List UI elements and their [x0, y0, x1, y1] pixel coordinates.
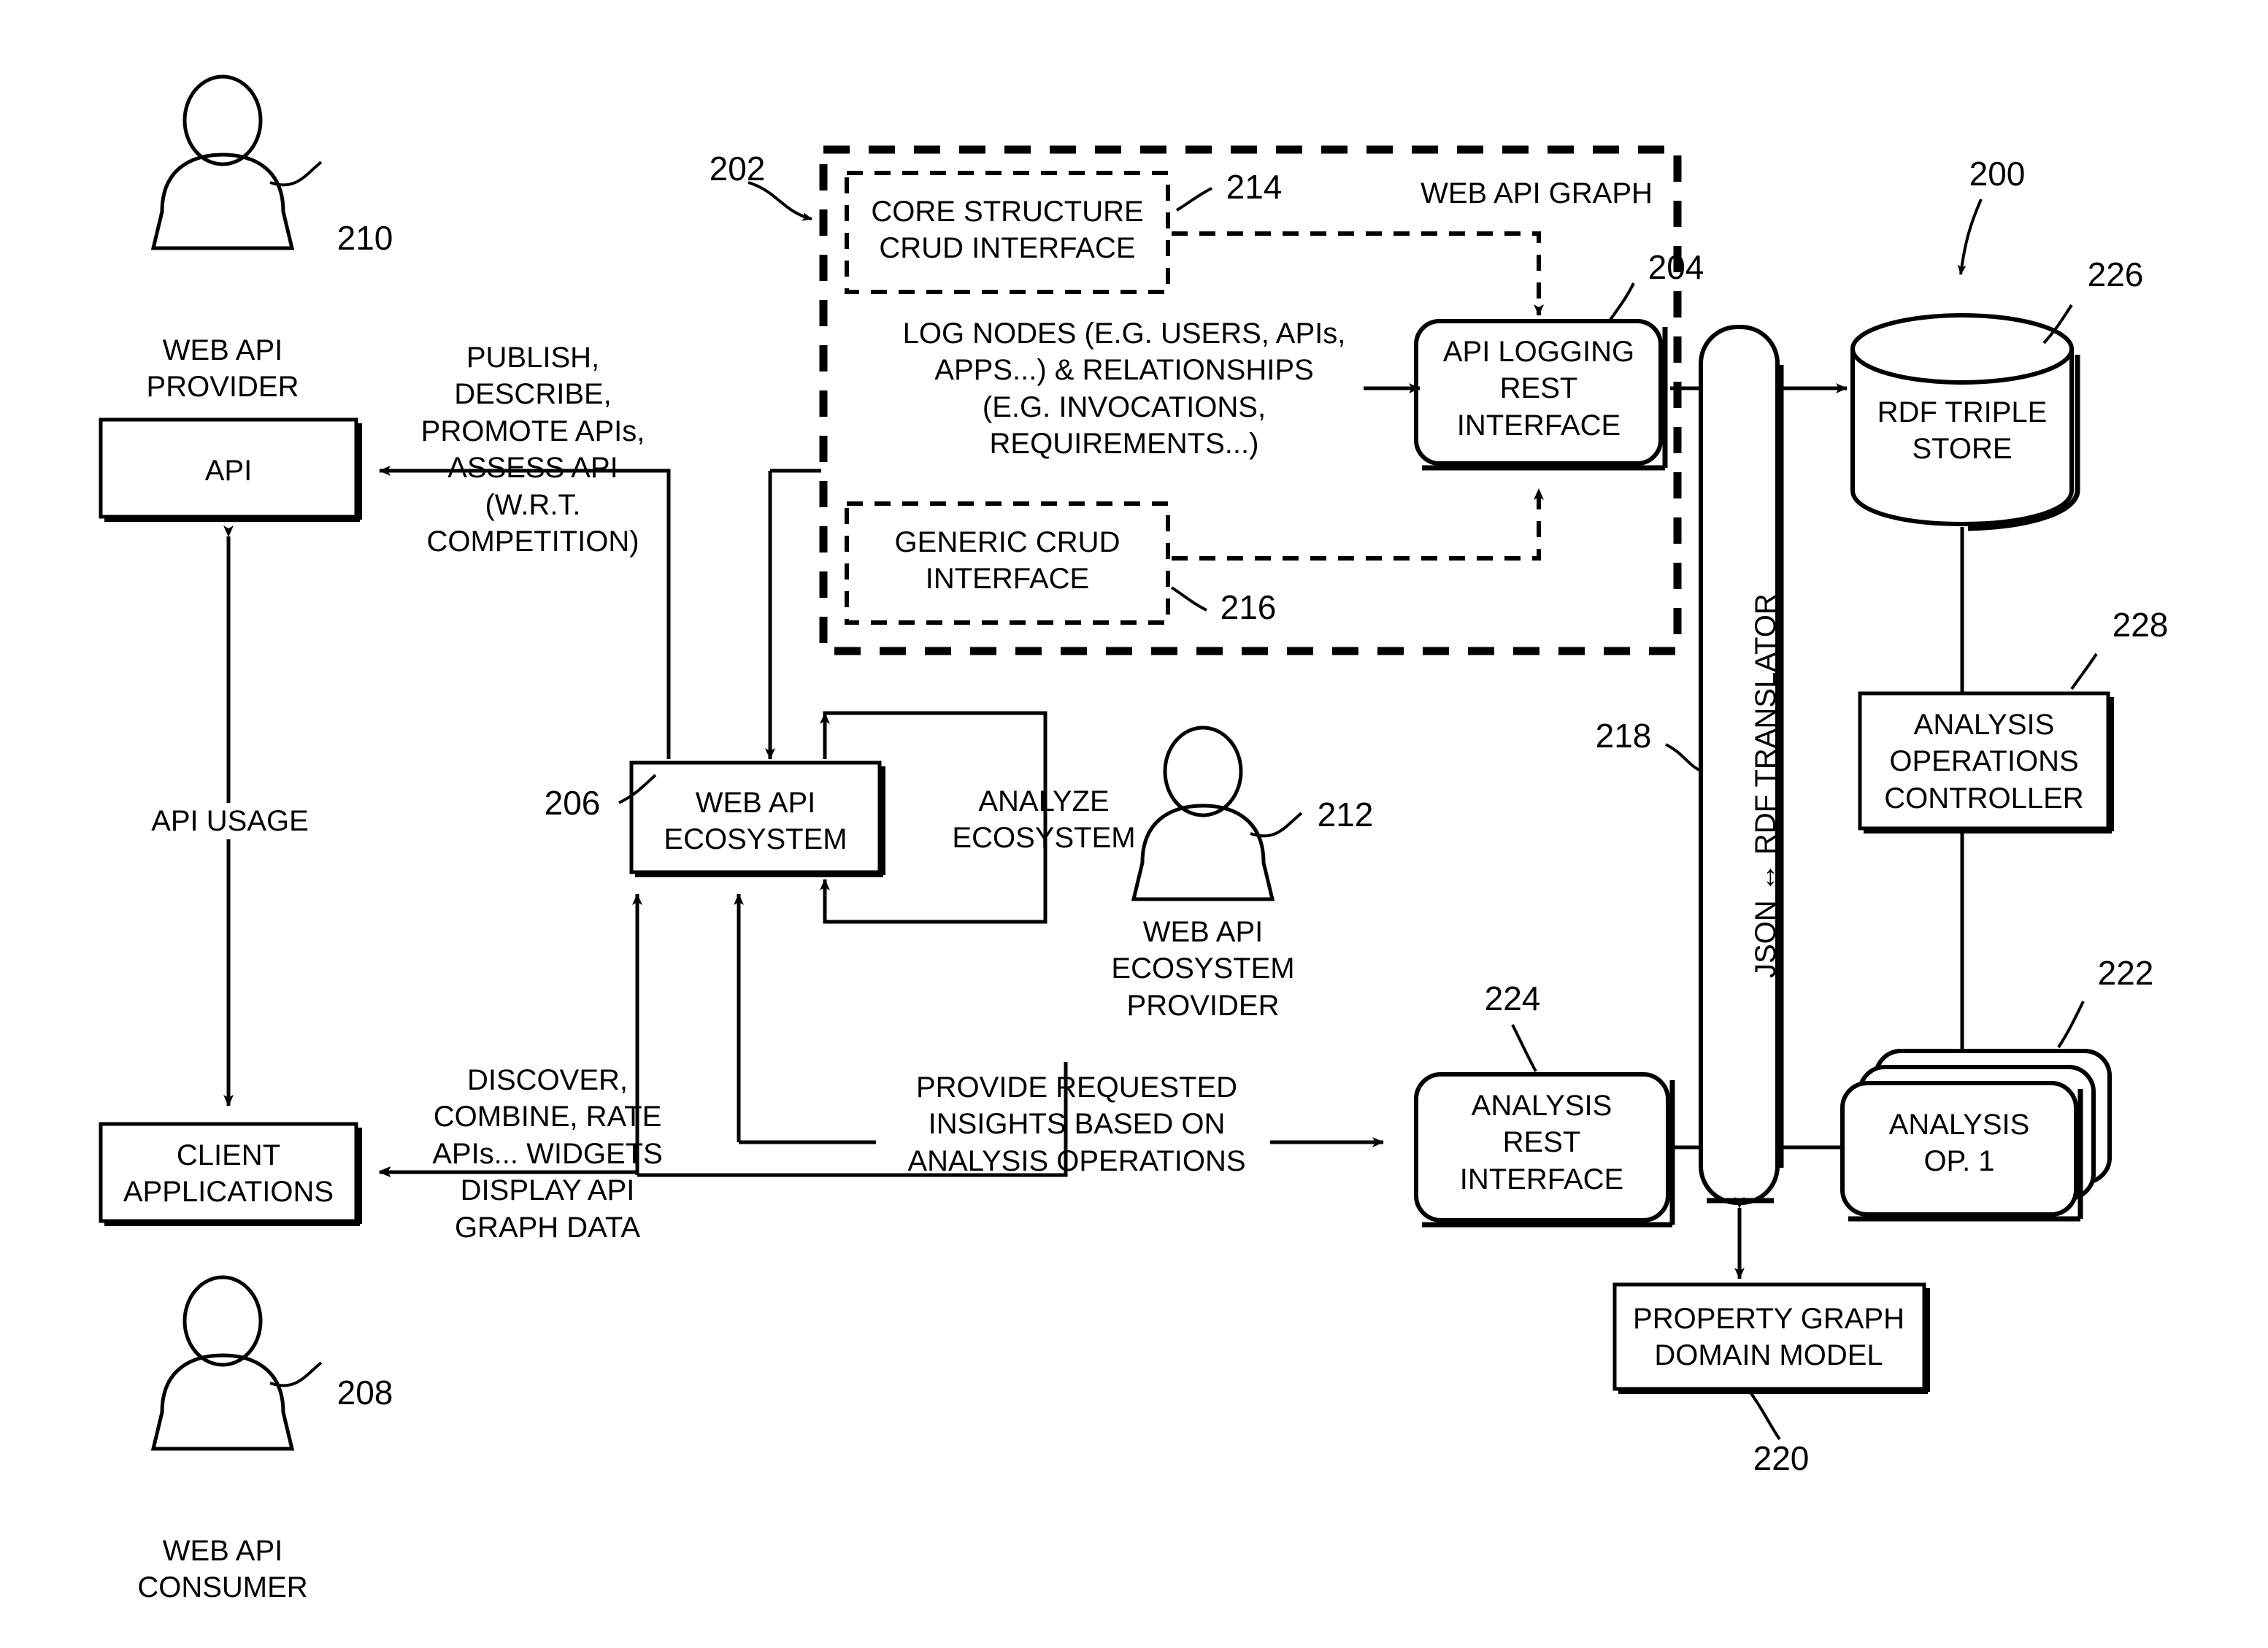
node-label-api-logging-rest: API LOGGING REST INTERFACE	[1442, 336, 1635, 442]
flow-label-log-nodes: LOG NODES (E.G. USERS, APIs, APPS...) & …	[902, 317, 1346, 461]
node-label-web-api-ecosystem: WEB API ECOSYSTEM	[664, 787, 847, 856]
node-label-analysis-op-1: ANALYSIS OP. 1	[1888, 1109, 2030, 1178]
node-label-generic-crud: GENERIC CRUD INTERFACE	[894, 526, 1120, 596]
node-label-web-api-graph: WEB API GRAPH	[1421, 177, 1653, 209]
ref-228: 228	[2112, 606, 2169, 644]
actor-label-web-api-provider: WEB API PROVIDER	[146, 334, 299, 404]
node-label-json-rdf-translator: JSON ↔ RDF TRANSLATOR	[1750, 593, 1782, 978]
actor-label-web-api-ecosystem-provider: WEB API ECOSYSTEM PROVIDER	[1111, 916, 1295, 1022]
ref-220: 220	[1753, 1439, 1810, 1477]
flow-label-discover-combine: DISCOVER, COMBINE, RATE APIs... WIDGETS …	[432, 1064, 663, 1244]
ref-216: 216	[1220, 588, 1277, 626]
ref-204: 204	[1648, 248, 1704, 286]
ref-214: 214	[1226, 168, 1283, 206]
flow-label-provide-insights: PROVIDE REQUESTED INSIGHTS BASED ON ANAL…	[907, 1071, 1246, 1177]
ref-206: 206	[544, 784, 601, 822]
node-label-client-applications: CLIENT APPLICATIONS	[123, 1139, 334, 1209]
ref-222: 222	[2097, 954, 2154, 992]
node-label-api: API	[204, 455, 253, 487]
flow-label-api-usage: API USAGE	[109, 803, 350, 840]
node-label-analysis-operations-controller: ANALYSIS OPERATIONS CONTROLLER	[1884, 709, 2084, 815]
ref-208: 208	[337, 1374, 393, 1412]
ref-200: 200	[1969, 155, 2026, 193]
ref-212: 212	[1317, 796, 1374, 833]
node-label-core-structure-crud: CORE STRUCTURE CRUD INTERFACE	[871, 196, 1144, 265]
actor-label-web-api-consumer: WEB API CONSUMER	[137, 1535, 308, 1604]
node-label-property-graph-domain-model: PROPERTY GRAPH DOMAIN MODEL	[1633, 1303, 1904, 1372]
node-label-rdf-triple-store: RDF TRIPLE STORE	[1877, 396, 2048, 466]
ref-226: 226	[2087, 255, 2144, 293]
flow-label-analyze-ecosystem: ANALYZE ECOSYSTEM	[952, 785, 1136, 855]
flow-label-publish-describe: PUBLISH, DESCRIBE, PROMOTE APIs, ASSESS …	[420, 342, 645, 558]
ref-218: 218	[1595, 717, 1652, 755]
ref-224: 224	[1484, 979, 1541, 1017]
person-icon-web-api-provider	[150, 74, 295, 250]
ref-202: 202	[709, 150, 766, 188]
node-label-analysis-rest-interface: ANALYSIS REST INTERFACE	[1459, 1090, 1624, 1195]
person-icon-web-api-consumer	[150, 1275, 295, 1451]
figure-canvas: 210 208 212 206 202 214 216 204 200 226 …	[0, 0, 2268, 1648]
ref-210: 210	[337, 219, 393, 257]
